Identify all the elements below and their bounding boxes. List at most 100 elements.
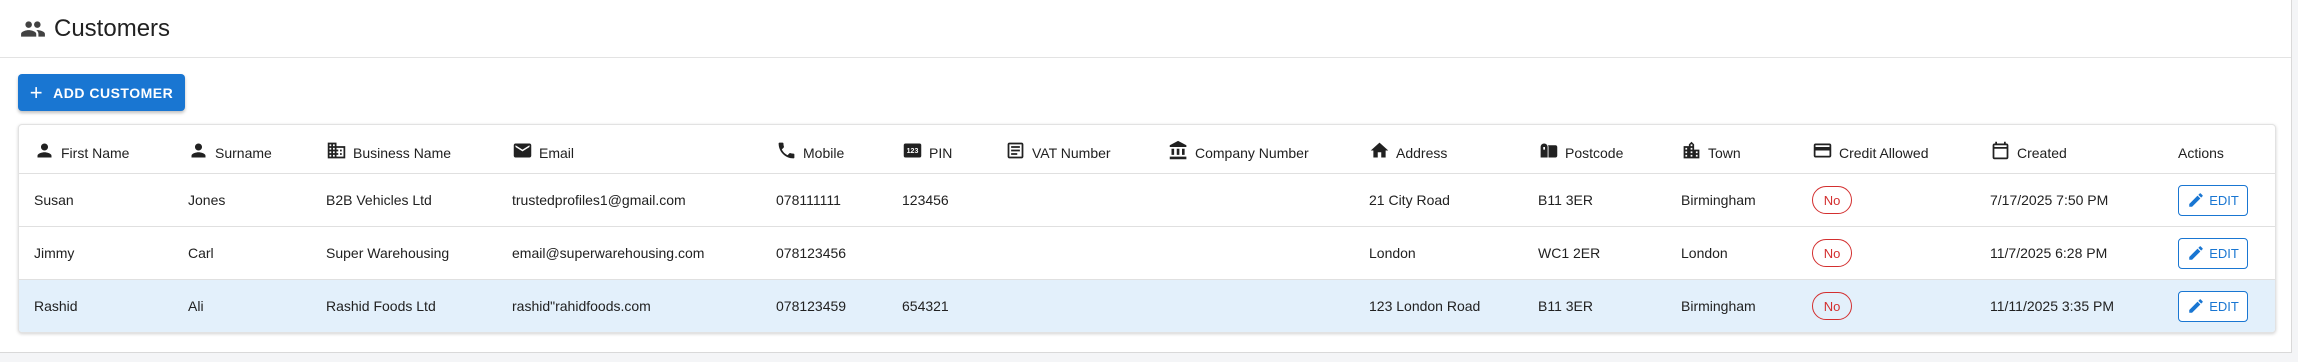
vat-number-cell xyxy=(990,226,1153,280)
pencil-icon xyxy=(2189,193,2203,207)
table-row[interactable]: Susan Jones B2B Vehicles Ltd trustedprofile… xyxy=(19,173,2275,227)
business-name-cell: Super Warehousing xyxy=(311,226,497,280)
address-cell: London xyxy=(1354,226,1523,280)
created-cell: 11/7/2025 6:28 PM xyxy=(1975,226,2163,280)
pin-cell xyxy=(887,226,990,280)
column-header-label: Actions xyxy=(2178,145,2224,161)
edit-button[interactable]: EDIT xyxy=(2178,184,2248,216)
email-icon xyxy=(512,140,533,161)
column-header-created: Created xyxy=(1975,125,2163,174)
edit-button[interactable]: EDIT xyxy=(2178,237,2248,269)
edit-label: EDIT xyxy=(2209,298,2239,314)
column-header-label: Postcode xyxy=(1565,145,1624,161)
column-header-first-name: First Name xyxy=(19,125,173,174)
column-header-label: Address xyxy=(1396,145,1448,161)
credit-allowed-cell: No xyxy=(1797,226,1975,280)
column-header-postcode: Postcode xyxy=(1523,125,1666,174)
column-header-label: Credit Allowed xyxy=(1839,145,1929,161)
building-icon xyxy=(326,140,347,161)
table-header-row: First Name Surname Business Name Email Mobil… xyxy=(19,125,2275,174)
column-header-company-number: Company Number xyxy=(1153,125,1354,174)
email-cell: email@superwarehousing.com xyxy=(497,226,761,280)
people-icon xyxy=(21,20,45,37)
table-body: Susan Jones B2B Vehicles Ltd trustedprofile… xyxy=(19,173,2275,332)
credit-status-badge: No xyxy=(1812,292,1852,320)
column-header-label: Email xyxy=(539,145,575,161)
postcode-cell: B11 3ER xyxy=(1523,279,1666,332)
column-header-label: Town xyxy=(1708,145,1741,161)
business-name-cell: Rashid Foods Ltd xyxy=(311,279,497,332)
person-icon xyxy=(188,140,209,161)
pin-cell: 123456 xyxy=(887,173,990,227)
credit-allowed-cell: No xyxy=(1797,279,1975,332)
pencil-icon xyxy=(2189,246,2203,260)
column-header-label: Mobile xyxy=(803,145,845,161)
phone-icon xyxy=(776,140,797,161)
column-header-label: Business Name xyxy=(353,145,452,161)
credit-status-badge: No xyxy=(1812,186,1852,214)
document-icon xyxy=(1005,140,1026,161)
city-icon xyxy=(1681,140,1702,161)
customers-page: Customers + ADD CUSTOMER First Name Surna… xyxy=(0,0,2292,353)
edit-button[interactable]: EDIT xyxy=(2178,290,2248,322)
column-header-business-name: Business Name xyxy=(311,125,497,174)
column-header-label: PIN xyxy=(929,145,953,161)
column-header-surname: Surname xyxy=(173,125,311,174)
column-header-label: Created xyxy=(2017,145,2067,161)
created-cell: 11/11/2025 3:35 PM xyxy=(1975,279,2163,332)
address-cell: 21 City Road xyxy=(1354,173,1523,227)
column-header-actions: Actions xyxy=(2163,125,2275,174)
business-name-cell: B2B Vehicles Ltd xyxy=(311,173,497,227)
pin-123-icon: 123 xyxy=(902,140,923,161)
bank-icon xyxy=(1168,140,1189,161)
column-header-pin: 123 PIN xyxy=(887,125,990,174)
company-number-cell xyxy=(1153,226,1354,280)
mobile-cell: 078123456 xyxy=(761,226,887,280)
actions-cell: EDIT xyxy=(2163,279,2275,332)
column-header-mobile: Mobile xyxy=(761,125,887,174)
svg-text:123: 123 xyxy=(907,148,919,155)
column-header-label: Company Number xyxy=(1195,145,1309,161)
postcode-cell: WC1 2ER xyxy=(1523,226,1666,280)
surname-cell: Ali xyxy=(173,279,311,332)
first-name-cell: Susan xyxy=(19,173,173,227)
customers-table: First Name Surname Business Name Email Mobil… xyxy=(18,124,2276,333)
home-icon xyxy=(1369,140,1390,161)
town-cell: London xyxy=(1666,226,1797,280)
edit-label: EDIT xyxy=(2209,245,2239,261)
vat-number-cell xyxy=(990,279,1153,332)
actions-cell: EDIT xyxy=(2163,173,2275,227)
town-cell: Birmingham xyxy=(1666,173,1797,227)
page-header: Customers xyxy=(0,0,2291,58)
mobile-cell: 078111111 xyxy=(761,173,887,227)
column-header-town: Town xyxy=(1666,125,1797,174)
mailbox-icon xyxy=(1538,140,1559,161)
column-header-label: First Name xyxy=(61,145,130,161)
created-cell: 7/17/2025 7:50 PM xyxy=(1975,173,2163,227)
column-header-label: Surname xyxy=(215,145,272,161)
credit-allowed-cell: No xyxy=(1797,173,1975,227)
email-cell: rashid"rahidfoods.com xyxy=(497,279,761,332)
first-name-cell: Jimmy xyxy=(19,226,173,280)
company-number-cell xyxy=(1153,173,1354,227)
actions-cell: EDIT xyxy=(2163,226,2275,280)
add-customer-button[interactable]: + ADD CUSTOMER xyxy=(18,74,185,111)
plus-icon: + xyxy=(29,79,44,105)
table-row[interactable]: Rashid Ali Rashid Foods Ltd rashid"rahidfoo… xyxy=(19,279,2275,332)
table-row[interactable]: Jimmy Carl Super Warehousing email@superwar… xyxy=(19,226,2275,280)
column-header-credit-allowed: Credit Allowed xyxy=(1797,125,1975,174)
edit-label: EDIT xyxy=(2209,192,2239,208)
column-header-email: Email xyxy=(497,125,761,174)
page-title: Customers xyxy=(54,14,171,42)
pin-cell: 654321 xyxy=(887,279,990,332)
surname-cell: Jones xyxy=(173,173,311,227)
calendar-icon xyxy=(1990,140,2011,161)
first-name-cell: Rashid xyxy=(19,279,173,332)
add-customer-label: ADD CUSTOMER xyxy=(53,84,174,101)
address-cell: 123 London Road xyxy=(1354,279,1523,332)
credit-status-badge: No xyxy=(1812,239,1852,267)
column-header-address: Address xyxy=(1354,125,1523,174)
person-icon xyxy=(34,140,55,161)
column-header-vat-number: VAT Number xyxy=(990,125,1153,174)
postcode-cell: B11 3ER xyxy=(1523,173,1666,227)
